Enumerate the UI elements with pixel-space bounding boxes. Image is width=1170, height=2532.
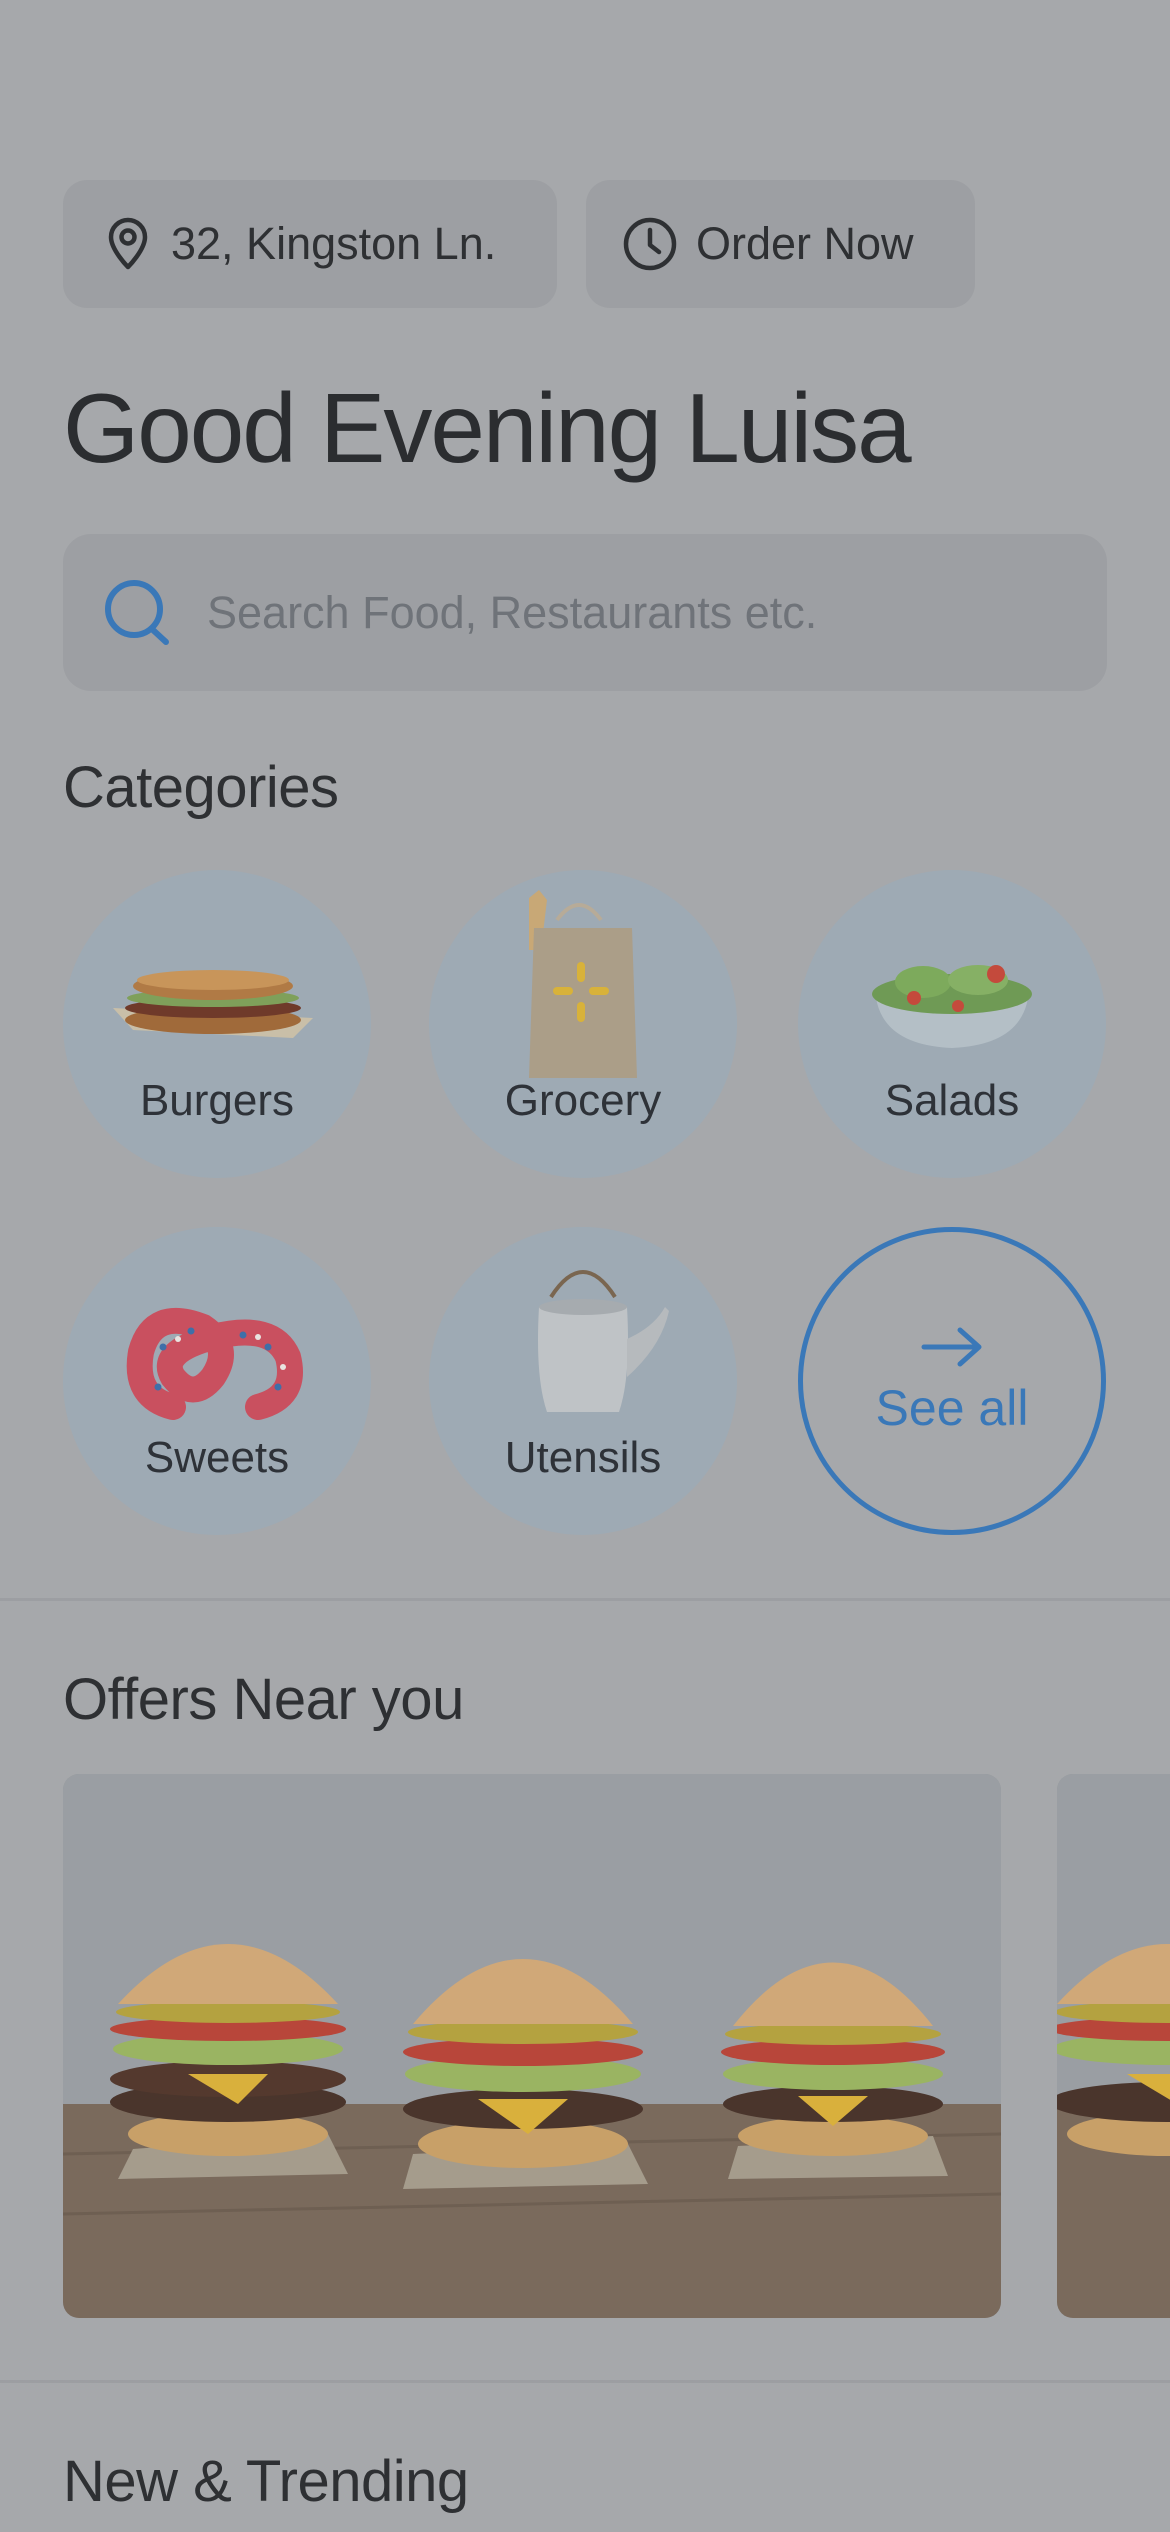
section-divider	[0, 2380, 1170, 2383]
address-label: 32, Kingston Ln.	[171, 218, 497, 269]
trending-title: New & Trending	[63, 2449, 469, 2514]
location-pin-icon	[108, 217, 148, 270]
offer-card[interactable]	[63, 1774, 1001, 2318]
category-grocery[interactable]: Grocery	[429, 870, 737, 1178]
category-salads[interactable]: Salads	[798, 870, 1106, 1178]
arrow-right-icon	[921, 1327, 982, 1367]
category-sweets[interactable]: Sweets	[63, 1227, 371, 1535]
search-input[interactable]	[207, 586, 1087, 639]
offer-card[interactable]	[1057, 1774, 1170, 2318]
category-burgers[interactable]: Burgers	[63, 870, 371, 1178]
home-screen: 32, Kingston Ln. Order Now Good Evening …	[0, 0, 1170, 2532]
sandwich-icon	[113, 970, 313, 1038]
address-chip[interactable]: 32, Kingston Ln.	[63, 180, 557, 308]
salad-bowl-icon	[872, 965, 1032, 1048]
order-now-chip[interactable]: Order Now	[586, 180, 975, 308]
section-divider	[0, 1598, 1170, 1601]
teapot-icon	[538, 1270, 669, 1412]
search-icon	[105, 579, 169, 645]
grocery-bag-icon	[529, 890, 637, 1078]
categories-title: Categories	[63, 755, 339, 820]
pretzel-icon	[126, 1307, 303, 1420]
burger-offer-image	[1057, 1774, 1170, 2318]
clock-icon	[623, 217, 677, 271]
category-utensils[interactable]: Utensils	[429, 1227, 737, 1535]
greeting-title: Good Evening Luisa	[63, 373, 912, 483]
offers-title: Offers Near you	[63, 1667, 464, 1732]
burger-offer-image	[63, 1774, 1001, 2318]
order-now-label: Order Now	[696, 218, 914, 269]
search-bar[interactable]	[63, 534, 1107, 691]
see-all-label: See all	[875, 1380, 1029, 1436]
see-all-categories-button[interactable]: See all	[798, 1227, 1106, 1535]
